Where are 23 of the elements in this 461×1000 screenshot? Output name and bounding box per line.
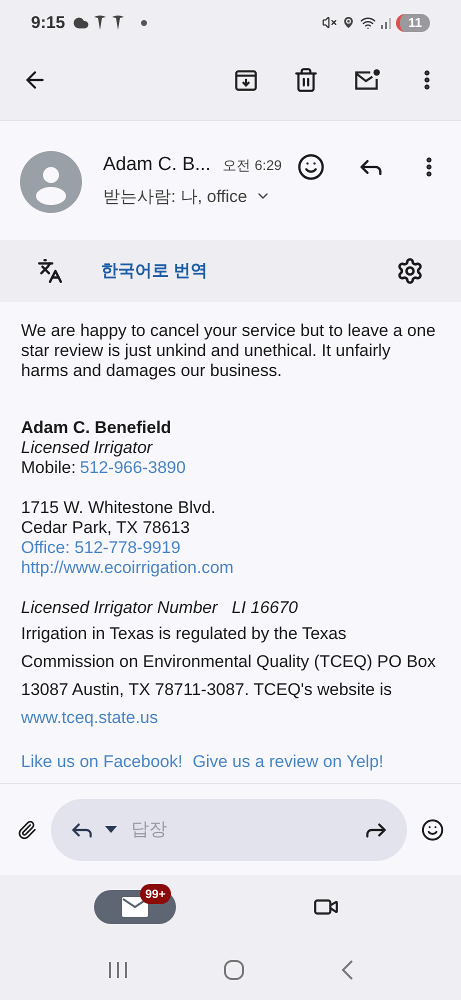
clock: 9:15 [31,12,66,34]
sender-name: Adam C. B... [103,153,211,177]
social-link[interactable]: Like us on Facebook! [21,752,183,772]
phone-label: Mobile: [21,458,76,478]
message-time: 오전 6:29 [222,156,282,175]
phone-link[interactable]: 512-966-3890 [80,458,186,478]
link[interactable]: http://www.ecoirrigation.com [21,558,234,577]
signature-text: Licensed Irrigator Number LI 16670 [21,598,299,618]
unread-badge: 99+ [140,884,171,904]
link[interactable]: Office: 512-778-9919 [21,538,180,557]
message-body: We are happy to cancel your service but to leave a one star review is just unkind and unethical. It unfairly harms and damages our business. [21,321,437,381]
website-link[interactable]: www.tceq.state.us [21,708,158,727]
address-text: 1715 W. Whitestone Blvd. [21,498,217,518]
reply-field[interactable]: 답장 [50,798,407,860]
signature-text: Licensed Irrigator [21,438,154,458]
regulation-note: Irrigation in Texas is regulated by the Texas Commission on Environmental Quality (TCEQ) PO Box 13087 Austin, TX 78711-3087. TCEQ's website is www.tceq.state.us [21,623,437,729]
translate-link[interactable]: 한국어로 번역 [101,258,208,284]
battery-indicator: 11 [396,14,430,32]
recipients-toggle[interactable]: 받는사람: 나, office [103,184,272,209]
address-text: Cedar Park, TX 78613 [21,518,191,538]
reply-input[interactable]: 답장 [130,816,363,843]
social-link[interactable]: Give us a review on Yelp! [192,752,384,772]
signature-name: Adam C. Benefield [21,418,172,438]
